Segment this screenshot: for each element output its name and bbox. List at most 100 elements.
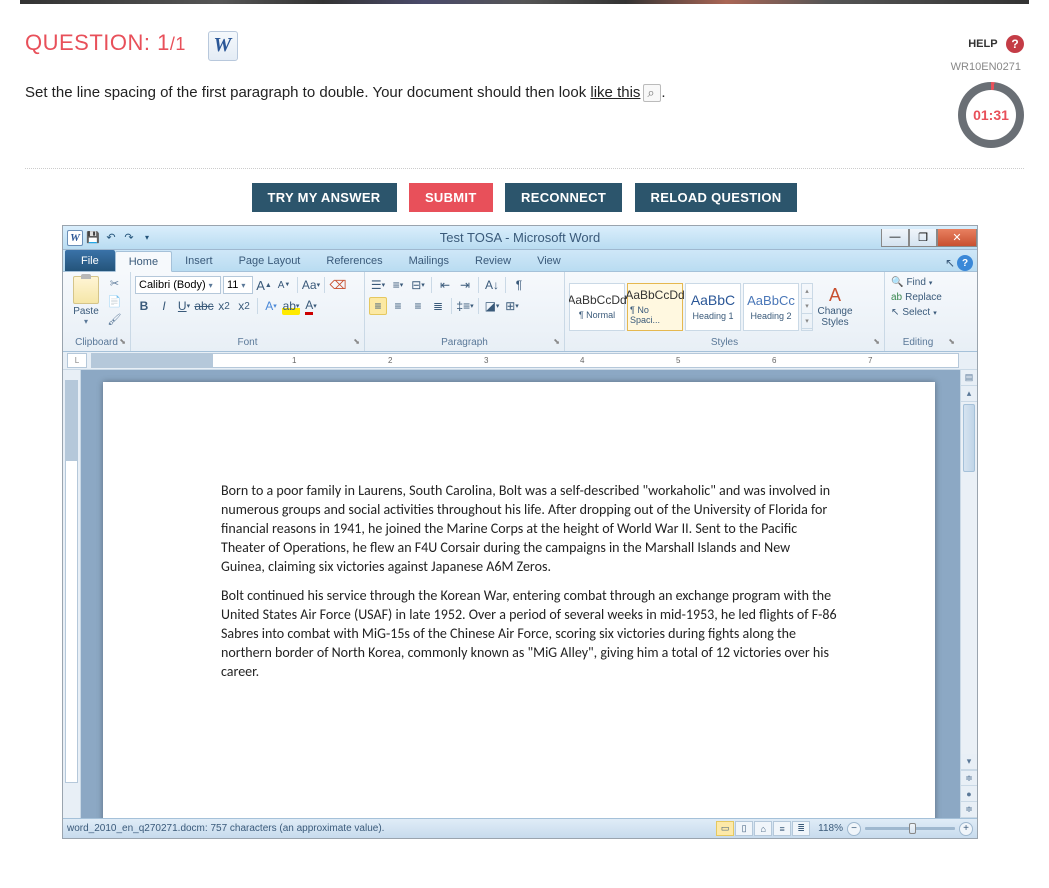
instruction-part1: Set the line spacing of the first paragr… [25, 84, 590, 101]
grow-font-icon[interactable]: A▲ [255, 276, 273, 294]
zoom-out-icon[interactable]: − [847, 822, 861, 836]
close-button[interactable]: ✕ [937, 229, 977, 247]
highlight-icon[interactable]: ab▾ [282, 297, 300, 315]
bold-icon[interactable]: B [135, 297, 153, 315]
editing-label: Editing [889, 337, 955, 351]
paste-button[interactable]: Paste ▾ [67, 274, 105, 326]
outline-view-icon[interactable]: ≡ [773, 821, 791, 836]
bullets-icon[interactable]: ☰▾ [369, 276, 387, 294]
find-button[interactable]: 🔍Find▾ [889, 276, 934, 289]
home-tab[interactable]: Home [115, 251, 172, 272]
submit-button[interactable]: SUBMIT [409, 183, 493, 212]
numbering-icon[interactable]: ≡▾ [389, 276, 407, 294]
clear-formatting-icon[interactable]: ⌫ [329, 276, 347, 294]
style-normal[interactable]: AaBbCcDd ¶ Normal [569, 283, 625, 331]
decrease-indent-icon[interactable]: ⇤ [436, 276, 454, 294]
instruction-text: Set the line spacing of the first paragr… [25, 84, 666, 102]
like-this-link[interactable]: like this [590, 84, 640, 101]
vertical-scrollbar[interactable]: ▤ ▴ ▾ ≑ ● ≑ [960, 370, 977, 818]
style-heading2[interactable]: AaBbCc Heading 2 [743, 283, 799, 331]
superscript-icon[interactable]: x2 [235, 297, 253, 315]
mailings-tab[interactable]: Mailings [396, 250, 462, 271]
italic-icon[interactable]: I [155, 297, 173, 315]
line-spacing-icon[interactable]: ‡≡▾ [456, 297, 474, 315]
show-marks-icon[interactable]: ¶ [510, 276, 528, 294]
try-answer-button[interactable]: TRY MY ANSWER [252, 183, 397, 212]
magnifier-icon[interactable] [643, 84, 661, 102]
multilevel-list-icon[interactable]: ⊟▾ [409, 276, 427, 294]
help-icon[interactable]: ? [1006, 35, 1024, 53]
zoom-thumb[interactable] [909, 823, 916, 834]
style-no-spacing[interactable]: AaBbCcDd ¶ No Spaci... [627, 283, 683, 331]
qat-customize-icon[interactable]: ▾ [139, 230, 155, 246]
scroll-thumb[interactable] [963, 404, 975, 472]
references-tab[interactable]: References [313, 250, 395, 271]
copy-icon[interactable]: 📄 [107, 294, 122, 309]
help-label[interactable]: HELP [968, 38, 997, 50]
styles-scroll[interactable]: ▴▾▾ [801, 283, 813, 331]
horizontal-ruler[interactable]: 1234567 [91, 353, 959, 368]
scroll-up-icon[interactable]: ▴ [961, 386, 977, 402]
save-icon[interactable]: 💾 [85, 230, 101, 246]
paragraph-2[interactable]: Bolt continued his service through the K… [221, 587, 837, 681]
borders-icon[interactable]: ⊞▾ [503, 297, 521, 315]
undo-icon[interactable]: ↶ [103, 230, 119, 246]
underline-icon[interactable]: U▾ [175, 297, 193, 315]
align-right-icon[interactable]: ≡ [409, 297, 427, 315]
print-layout-icon[interactable]: ▭ [716, 821, 734, 836]
minimize-button[interactable]: ― [881, 229, 909, 247]
font-name-combo[interactable]: Calibri (Body)▾ [135, 276, 221, 294]
draft-view-icon[interactable]: ≣ [792, 821, 810, 836]
font-size-combo[interactable]: 11▾ [223, 276, 253, 294]
cut-icon[interactable]: ✂ [107, 276, 122, 291]
strikethrough-icon[interactable]: abc [195, 297, 213, 315]
zoom-in-icon[interactable]: + [959, 822, 973, 836]
scroll-down-icon[interactable]: ▾ [961, 754, 977, 770]
review-tab[interactable]: Review [462, 250, 524, 271]
redo-icon[interactable]: ↷ [121, 230, 137, 246]
word-system-icon[interactable]: W [67, 230, 83, 246]
insert-tab[interactable]: Insert [172, 250, 226, 271]
format-painter-icon[interactable]: 🖌 [107, 312, 122, 327]
change-case-icon[interactable]: Aa▾ [302, 276, 320, 294]
ruler-toggle-icon[interactable]: ▤ [961, 370, 977, 386]
styles-group: AaBbCcDd ¶ Normal AaBbCcDd ¶ No Spaci...… [565, 272, 885, 351]
shrink-font-icon[interactable]: A▼ [275, 276, 293, 294]
file-tab[interactable]: File [65, 250, 115, 271]
document-page[interactable]: Born to a poor family in Laurens, South … [103, 382, 935, 818]
reload-question-button[interactable]: RELOAD QUESTION [635, 183, 798, 212]
browse-object-icon[interactable]: ● [961, 786, 977, 802]
replace-button[interactable]: abReplace [889, 291, 944, 304]
change-styles-button[interactable]: A Change Styles [815, 283, 855, 330]
align-center-icon[interactable]: ≡ [389, 297, 407, 315]
paragraph-1[interactable]: Born to a poor family in Laurens, South … [221, 482, 837, 576]
full-screen-reading-icon[interactable]: ▯ [735, 821, 753, 836]
view-tab[interactable]: View [524, 250, 574, 271]
shading-icon[interactable]: ◪▾ [483, 297, 501, 315]
maximize-button[interactable]: ❐ [909, 229, 937, 247]
zoom-slider[interactable] [865, 827, 955, 830]
text-effects-icon[interactable]: A▾ [262, 297, 280, 315]
sort-icon[interactable]: A↓ [483, 276, 501, 294]
scroll-track[interactable] [961, 402, 977, 754]
prev-page-icon[interactable]: ≑ [961, 770, 977, 786]
page-viewport[interactable]: Born to a poor family in Laurens, South … [81, 370, 960, 818]
next-page-icon[interactable]: ≑ [961, 802, 977, 818]
select-button[interactable]: ↖Select▾ [889, 306, 939, 319]
align-left-icon[interactable]: ≡ [369, 297, 387, 315]
vertical-ruler[interactable] [65, 380, 78, 783]
justify-icon[interactable]: ≣ [429, 297, 447, 315]
increase-indent-icon[interactable]: ⇥ [456, 276, 474, 294]
clipboard-group: Paste ▾ ✂ 📄 🖌 Clipboard [63, 272, 131, 351]
tab-selector[interactable]: L [67, 353, 87, 368]
zoom-value[interactable]: 118% [818, 823, 843, 834]
font-color-icon[interactable]: A▾ [302, 297, 320, 315]
web-layout-icon[interactable]: ⌂ [754, 821, 772, 836]
document-area: Born to a poor family in Laurens, South … [63, 370, 977, 818]
page-layout-tab[interactable]: Page Layout [226, 250, 314, 271]
paragraph-group: ☰▾ ≡▾ ⊟▾ ⇤ ⇥ A↓ ¶ ≡ ≡ ≡ ≣ ‡≡ [365, 272, 565, 351]
subscript-icon[interactable]: x2 [215, 297, 233, 315]
style-heading1[interactable]: AaBbC Heading 1 [685, 283, 741, 331]
reconnect-button[interactable]: RECONNECT [505, 183, 622, 212]
ribbon-help-icon[interactable]: ? [957, 255, 973, 271]
